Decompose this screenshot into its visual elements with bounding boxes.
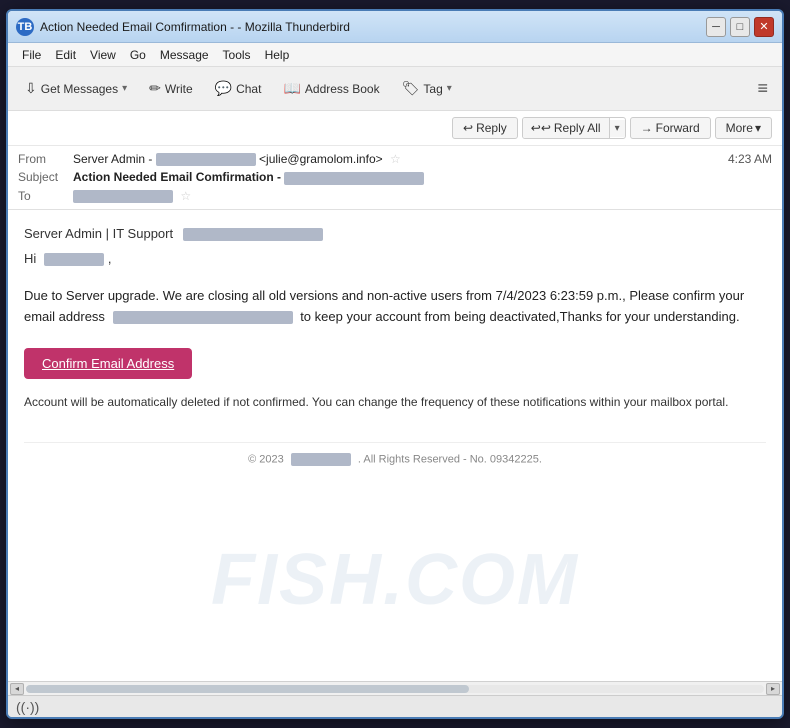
tag-icon: 🏷 xyxy=(402,80,420,97)
to-value: ☆ xyxy=(73,189,772,203)
more-chevron-icon: ▾ xyxy=(755,121,761,135)
subject-text: Action Needed Email Comfirmation - xyxy=(73,170,281,184)
tag-button[interactable]: 🏷 Tag ▾ xyxy=(393,75,461,102)
subject-row: Subject Action Needed Email Comfirmation… xyxy=(18,168,772,186)
greeting-text: Hi xyxy=(24,251,36,266)
minimize-button[interactable]: ─ xyxy=(706,17,726,37)
connection-status-icon: ((·)) xyxy=(16,699,39,715)
chat-icon: 💬 xyxy=(215,80,232,97)
from-email: <julie@gramolom.info> xyxy=(259,152,383,166)
forward-button[interactable]: → Forward xyxy=(630,117,711,139)
menu-view[interactable]: View xyxy=(84,46,122,64)
write-label: Write xyxy=(165,82,193,96)
recipient-redacted xyxy=(44,253,104,266)
subject-redacted xyxy=(284,172,424,185)
reply-all-label: Reply All xyxy=(554,121,601,135)
footer-rights: . All Rights Reserved - No. 09342225. xyxy=(358,453,542,465)
reply-button[interactable]: ↩ Reply xyxy=(452,117,518,139)
from-row: From Server Admin - <julie@gramolom.info… xyxy=(18,150,772,168)
chat-button[interactable]: 💬 Chat xyxy=(206,75,271,102)
from-label: From xyxy=(18,152,73,166)
to-row: To ☆ xyxy=(18,187,772,205)
email-time: 4:23 AM xyxy=(728,152,772,166)
from-name-redacted xyxy=(156,153,256,166)
get-messages-chevron: ▾ xyxy=(122,83,127,94)
disclaimer-text: Account will be automatically deleted if… xyxy=(24,393,766,412)
menu-message[interactable]: Message xyxy=(154,46,215,64)
to-star-icon[interactable]: ☆ xyxy=(180,189,191,203)
menu-go[interactable]: Go xyxy=(124,46,152,64)
window-title: Action Needed Email Comfirmation - - Moz… xyxy=(40,20,350,34)
to-redacted xyxy=(73,190,173,203)
watermark: FISH.COM xyxy=(211,539,579,621)
from-name: Server Admin - xyxy=(73,152,152,166)
sender-redacted xyxy=(183,228,323,241)
confirm-email-button[interactable]: Confirm Email Address xyxy=(24,348,192,379)
footer-copyright: © 2023 xyxy=(248,453,284,465)
email-meta: From Server Admin - <julie@gramolom.info… xyxy=(8,146,782,209)
write-button[interactable]: ✏ Write xyxy=(140,75,202,102)
reply-all-icon: ↩↩ xyxy=(531,121,551,135)
horizontal-scrollbar: ◂ ▸ xyxy=(8,681,782,695)
footer: © 2023 . All Rights Reserved - No. 09342… xyxy=(24,442,766,466)
address-book-button[interactable]: 📖 Address Book xyxy=(274,75,388,102)
sender-line: Server Admin | IT Support xyxy=(24,226,173,241)
menu-bar: File Edit View Go Message Tools Help xyxy=(8,43,782,67)
from-value: Server Admin - <julie@gramolom.info> ☆ xyxy=(73,152,728,166)
forward-icon: → xyxy=(641,121,653,135)
write-icon: ✏ xyxy=(149,80,161,97)
tag-label: Tag xyxy=(423,82,442,96)
reply-all-split-button[interactable]: ↩↩ Reply All ▾ xyxy=(522,117,626,139)
toolbar: ⇩ Get Messages ▾ ✏ Write 💬 Chat 📖 Addres… xyxy=(8,67,782,111)
body-paragraph: Due to Server upgrade. We are closing al… xyxy=(24,286,766,328)
more-label: More xyxy=(726,121,753,135)
get-messages-label: Get Messages xyxy=(41,82,118,96)
email-content: Server Admin | IT Support Hi , Due to Se… xyxy=(24,226,766,466)
address-book-icon: 📖 xyxy=(283,80,300,97)
more-button[interactable]: More ▾ xyxy=(715,117,772,139)
sender-header: Server Admin | IT Support xyxy=(24,226,766,241)
menu-file[interactable]: File xyxy=(16,46,47,64)
reply-icon: ↩ xyxy=(463,121,473,135)
to-label: To xyxy=(18,189,73,203)
address-book-label: Address Book xyxy=(305,82,380,96)
reply-all-button[interactable]: ↩↩ Reply All xyxy=(523,118,610,138)
main-window: TB Action Needed Email Comfirmation - - … xyxy=(6,9,784,719)
get-messages-button[interactable]: ⇩ Get Messages ▾ xyxy=(16,75,136,102)
scroll-thumb[interactable] xyxy=(26,685,469,693)
greeting-line: Hi , xyxy=(24,251,766,266)
email-redacted xyxy=(113,311,293,324)
maximize-button[interactable]: □ xyxy=(730,17,750,37)
body-paragraph-end: to keep your account from being deactiva… xyxy=(300,309,739,324)
menu-edit[interactable]: Edit xyxy=(49,46,82,64)
scroll-left-button[interactable]: ◂ xyxy=(10,683,24,695)
close-button[interactable]: ✕ xyxy=(754,17,774,37)
email-body: FISH.COM Server Admin | IT Support Hi , … xyxy=(8,210,782,681)
chat-label: Chat xyxy=(236,82,261,96)
app-icon: TB xyxy=(16,18,34,36)
favorite-star-icon[interactable]: ☆ xyxy=(390,152,401,166)
email-actions-bar: ↩ Reply ↩↩ Reply All ▾ → Forward More ▾ xyxy=(8,111,782,146)
hamburger-menu-button[interactable]: ≡ xyxy=(751,74,774,103)
status-bar: ((·)) xyxy=(8,695,782,717)
app-icon-text: TB xyxy=(18,21,33,33)
email-header: ↩ Reply ↩↩ Reply All ▾ → Forward More ▾ xyxy=(8,111,782,210)
reply-all-dropdown[interactable]: ▾ xyxy=(610,120,625,137)
window-controls: ─ □ ✕ xyxy=(706,17,774,37)
footer-company-redacted xyxy=(291,453,351,466)
tag-chevron: ▾ xyxy=(447,83,452,94)
reply-label: Reply xyxy=(476,121,507,135)
forward-label: Forward xyxy=(656,121,700,135)
subject-value: Action Needed Email Comfirmation - xyxy=(73,170,772,184)
menu-tools[interactable]: Tools xyxy=(217,46,257,64)
title-bar-left: TB Action Needed Email Comfirmation - - … xyxy=(16,18,350,36)
get-messages-icon: ⇩ xyxy=(25,80,37,97)
scroll-right-button[interactable]: ▸ xyxy=(766,683,780,695)
subject-label: Subject xyxy=(18,170,73,184)
menu-help[interactable]: Help xyxy=(259,46,296,64)
title-bar: TB Action Needed Email Comfirmation - - … xyxy=(8,11,782,43)
scroll-track[interactable] xyxy=(26,685,764,693)
